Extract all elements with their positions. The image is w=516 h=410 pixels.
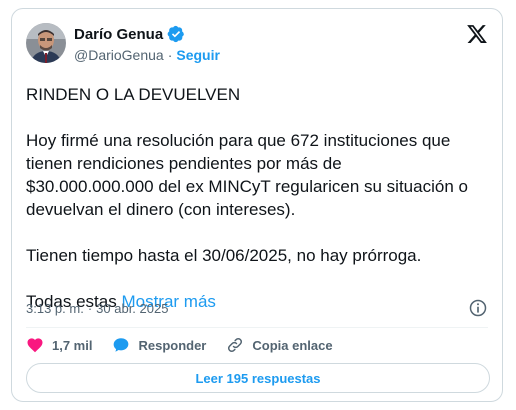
- avatar[interactable]: [26, 23, 66, 63]
- reply-button[interactable]: Responder: [112, 336, 206, 354]
- verified-badge-icon: [167, 25, 185, 43]
- reply-label: Responder: [138, 337, 207, 353]
- tweet-paragraph: RINDEN O LA DEVUELVEN: [26, 85, 241, 104]
- info-icon[interactable]: [468, 298, 488, 318]
- tweet-timestamp[interactable]: 3:13 p. m. · 30 abr. 2025: [26, 298, 168, 318]
- action-bar: 1,7 mil Responder Copia enlace: [26, 334, 353, 356]
- reply-bubble-icon: [114, 338, 129, 352]
- author-handle-row: @DarioGenua · Seguir: [74, 45, 220, 65]
- like-button[interactable]: 1,7 mil: [26, 336, 92, 354]
- tweet-paragraph: Hoy firmé una resolución para que 672 in…: [26, 131, 468, 219]
- tweet-date: 30 abr. 2025: [96, 300, 169, 316]
- tweet-text: RINDEN O LA DEVUELVEN Hoy firmé una reso…: [26, 83, 492, 313]
- timestamp-separator: ·: [87, 300, 93, 316]
- author-handle[interactable]: @DarioGenua: [74, 47, 164, 63]
- tweet-card: Darío Genua @DarioGenua · Seguir RINDEN …: [11, 8, 503, 402]
- x-logo-icon[interactable]: [466, 23, 488, 45]
- heart-icon: [27, 338, 43, 353]
- author-display-name[interactable]: Darío Genua: [74, 26, 163, 43]
- author-name-row: Darío Genua: [74, 24, 185, 44]
- like-count: 1,7 mil: [52, 337, 93, 353]
- tweet-time: 3:13 p. m.: [26, 300, 84, 316]
- copy-link-button[interactable]: Copia enlace: [226, 336, 333, 354]
- copy-link-label: Copia enlace: [252, 337, 333, 353]
- follow-button[interactable]: Seguir: [176, 47, 220, 63]
- tweet-paragraph: Tienen tiempo hasta el 30/06/2025, no ha…: [26, 246, 422, 265]
- handle-separator: ·: [167, 47, 173, 63]
- read-replies-button[interactable]: Leer 195 respuestas: [26, 363, 490, 393]
- divider: [26, 327, 488, 328]
- link-icon: [228, 337, 243, 353]
